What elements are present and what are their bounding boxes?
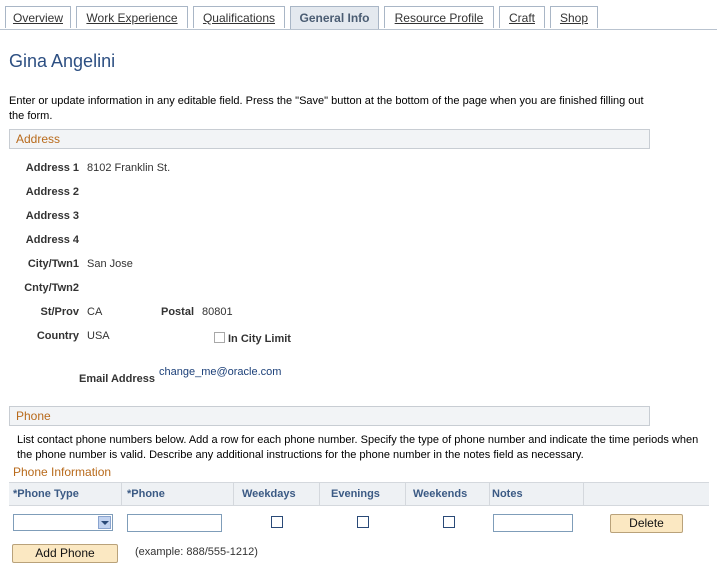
phone-example-hint: (example: 888/555-1212) bbox=[135, 546, 258, 558]
tab-qualifications[interactable]: Qualifications bbox=[193, 6, 285, 28]
col-phone-type: *Phone Type bbox=[13, 488, 79, 500]
tab-divider bbox=[0, 29, 717, 30]
col-divider bbox=[319, 483, 320, 506]
city-label: City/Twn1 bbox=[27, 258, 79, 270]
col-divider bbox=[489, 483, 490, 506]
country-value: USA bbox=[87, 330, 110, 342]
add-phone-button[interactable]: Add Phone bbox=[12, 544, 118, 563]
tab-shop[interactable]: Shop bbox=[550, 6, 598, 28]
col-weekdays: Weekdays bbox=[242, 488, 296, 500]
col-divider bbox=[405, 483, 406, 506]
evenings-checkbox[interactable] bbox=[357, 516, 369, 528]
col-divider bbox=[121, 483, 122, 506]
in-city-limit-checkbox bbox=[214, 332, 225, 343]
state-value: CA bbox=[87, 306, 103, 318]
county-label: Cnty/Twn2 bbox=[24, 282, 79, 294]
country-label: Country bbox=[36, 330, 79, 342]
phone-grid-header: *Phone Type *Phone Weekdays Evenings Wee… bbox=[9, 482, 709, 506]
in-city-limit-label: In City Limit bbox=[228, 333, 291, 345]
tab-bar: Overview Work Experience Qualifications … bbox=[0, 6, 717, 30]
address-section-header: Address bbox=[9, 129, 650, 149]
postal-value: 80801 bbox=[202, 306, 233, 318]
weekends-checkbox[interactable] bbox=[443, 516, 455, 528]
phone-input[interactable] bbox=[127, 514, 222, 532]
tab-general-info[interactable]: General Info bbox=[290, 6, 379, 30]
col-divider bbox=[233, 483, 234, 506]
tab-work-experience[interactable]: Work Experience bbox=[76, 6, 188, 28]
phone-section-title: Phone bbox=[16, 409, 51, 423]
col-weekends: Weekends bbox=[413, 488, 468, 500]
address1-label: Address 1 bbox=[25, 162, 79, 174]
notes-input[interactable] bbox=[493, 514, 573, 532]
email-label: Email Address bbox=[78, 373, 155, 385]
tab-resource-profile[interactable]: Resource Profile bbox=[384, 6, 494, 28]
address4-label: Address 4 bbox=[25, 234, 79, 246]
phone-type-select[interactable] bbox=[13, 514, 113, 531]
state-label: St/Prov bbox=[40, 306, 79, 318]
phone-grid-title: Phone Information bbox=[13, 465, 112, 479]
address3-label: Address 3 bbox=[25, 210, 79, 222]
email-link[interactable]: change_me@oracle.com bbox=[159, 366, 281, 378]
weekdays-checkbox[interactable] bbox=[271, 516, 283, 528]
address-section-title: Address bbox=[16, 132, 61, 146]
col-evenings: Evenings bbox=[331, 488, 380, 500]
page-title: Gina Angelini bbox=[9, 51, 116, 71]
phone-section-header: Phone bbox=[9, 406, 650, 426]
col-divider bbox=[583, 483, 584, 506]
phone-description: List contact phone numbers below. Add a … bbox=[17, 434, 699, 461]
tab-craft[interactable]: Craft bbox=[499, 6, 545, 28]
chevron-down-icon[interactable] bbox=[98, 516, 111, 529]
col-notes: Notes bbox=[492, 488, 523, 500]
city-value: San Jose bbox=[87, 258, 133, 270]
col-phone: *Phone bbox=[127, 488, 165, 500]
postal-label: Postal bbox=[160, 306, 194, 318]
delete-button[interactable]: Delete bbox=[610, 514, 683, 533]
tab-overview[interactable]: Overview bbox=[5, 6, 71, 28]
intro-text: Enter or update information in any edita… bbox=[9, 95, 644, 122]
address2-label: Address 2 bbox=[25, 186, 79, 198]
address1-value: 8102 Franklin St. bbox=[87, 162, 171, 174]
